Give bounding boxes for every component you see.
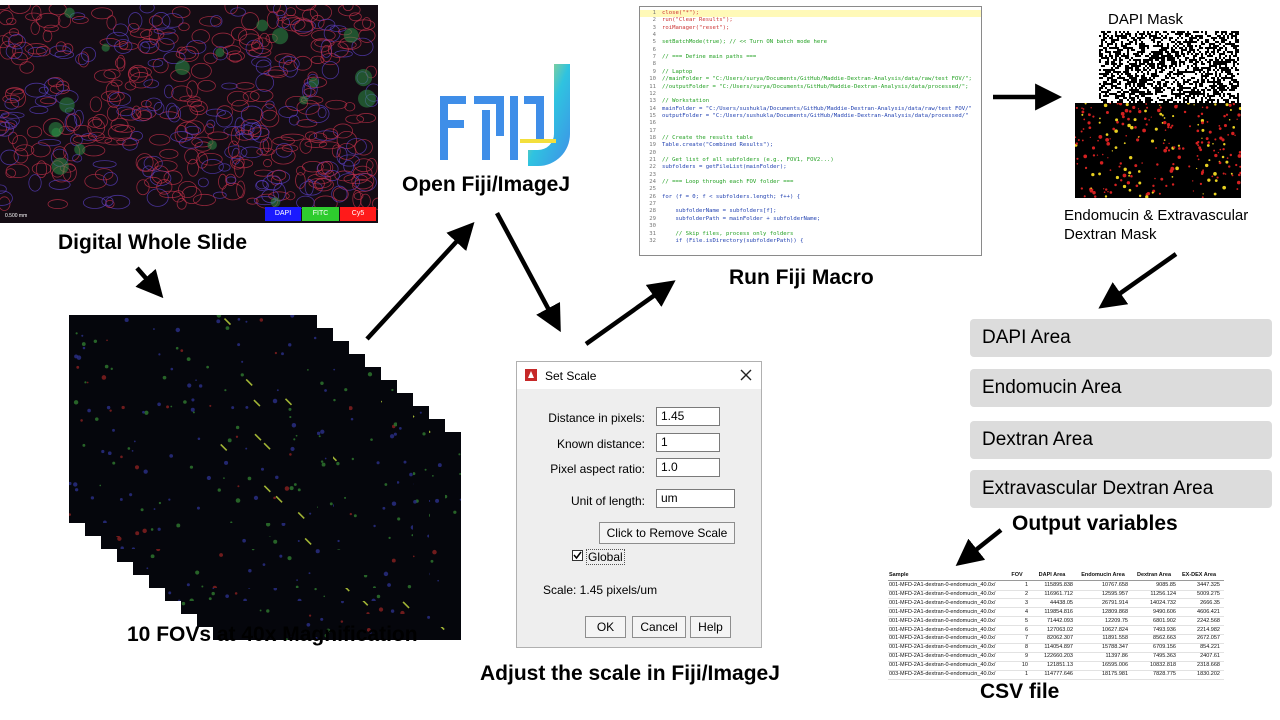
- arrow-fov-to-fiji: [365, 222, 475, 341]
- arrow-masks-to-variables: [1098, 252, 1178, 309]
- arrow-slide-to-fov: [135, 266, 164, 299]
- arrow-fiji-to-dialog: [495, 211, 561, 333]
- arrow-variables-to-csv: [955, 528, 1003, 567]
- arrow-dialog-to-macro: [584, 280, 676, 346]
- flow-arrows: [135, 83, 1178, 567]
